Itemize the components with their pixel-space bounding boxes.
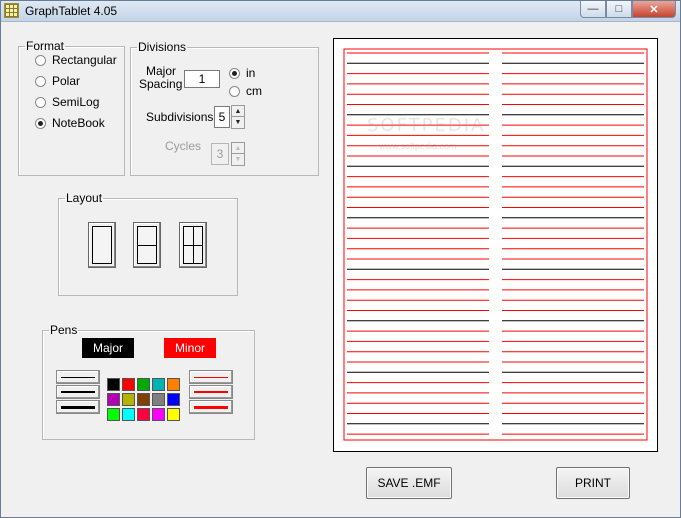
major-line-medium-button[interactable]: [56, 385, 100, 399]
minimize-button[interactable]: —: [580, 1, 606, 18]
format-semilog-radio[interactable]: SemiLog: [35, 95, 99, 109]
maximize-button[interactable]: □: [606, 1, 632, 18]
layout-single-button[interactable]: [88, 222, 116, 268]
color-swatch[interactable]: [107, 378, 120, 391]
layout-horizontal-split-button[interactable]: [133, 222, 161, 268]
save-emf-button[interactable]: SAVE .EMF: [366, 467, 452, 499]
color-swatch[interactable]: [107, 408, 120, 421]
close-icon: ✕: [649, 3, 659, 16]
radio-circle: [35, 54, 46, 66]
unit-in-radio[interactable]: in: [229, 66, 255, 80]
medium-line-icon: [194, 391, 228, 393]
subdivisions-label: Subdivisions: [146, 110, 214, 124]
color-swatch[interactable]: [152, 378, 165, 391]
radio-circle: [35, 75, 46, 87]
thin-line-icon: [194, 377, 228, 378]
title-bar: GraphTablet 4.05 — □ ✕: [1, 1, 680, 22]
notebook-preview: [333, 38, 658, 452]
subdivisions-input[interactable]: 5: [214, 106, 230, 128]
format-legend: Format: [26, 39, 65, 53]
horizontal-split-icon: [137, 226, 157, 264]
pens-legend: Pens: [50, 323, 78, 337]
cycles-label: Cycles: [165, 139, 202, 153]
color-swatch[interactable]: [167, 393, 180, 406]
minor-line-thick-button[interactable]: [189, 400, 233, 414]
divisions-legend: Divisions: [138, 40, 187, 54]
single-page-icon: [92, 226, 112, 264]
subdivisions-spinner[interactable]: ▲ ▼: [231, 105, 245, 129]
maximize-icon: □: [615, 3, 623, 15]
minimize-icon: —: [587, 3, 599, 15]
thin-line-icon: [61, 377, 95, 378]
format-rectangular-radio[interactable]: Rectangular: [35, 53, 117, 67]
minor-line-thin-button[interactable]: [189, 370, 233, 384]
major-line-thin-button[interactable]: [56, 370, 100, 384]
format-notebook-radio[interactable]: NoteBook: [35, 116, 105, 130]
cycles-input: 3: [211, 143, 229, 165]
color-swatch[interactable]: [137, 393, 150, 406]
spin-up-icon: ▲: [232, 143, 244, 154]
radio-circle: [229, 85, 240, 97]
minor-line-medium-button[interactable]: [189, 385, 233, 399]
color-swatch[interactable]: [122, 408, 135, 421]
print-button[interactable]: PRINT: [556, 467, 630, 499]
unit-cm-radio[interactable]: cm: [229, 84, 262, 98]
radio-circle-checked: [35, 117, 46, 129]
radio-circle-checked: [229, 67, 240, 79]
thick-line-icon: [61, 406, 95, 409]
minor-pen-label[interactable]: Minor: [164, 338, 216, 358]
window-title: GraphTablet 4.05: [25, 4, 118, 18]
major-pen-label[interactable]: Major: [82, 338, 134, 358]
medium-line-icon: [61, 391, 95, 393]
major-spacing-label-line1: Major: [146, 64, 177, 78]
spin-down-icon: ▼: [234, 156, 242, 163]
quad-split-icon: [183, 226, 203, 264]
layout-quad-split-button[interactable]: [179, 222, 207, 268]
color-swatch[interactable]: [152, 408, 165, 421]
watermark-text: SOFTPEDIA: [367, 115, 486, 136]
major-line-thick-button[interactable]: [56, 400, 100, 414]
color-swatch[interactable]: [107, 393, 120, 406]
color-swatch[interactable]: [137, 408, 150, 421]
cycles-spinner: ▲ ▼: [231, 142, 245, 166]
layout-legend: Layout: [66, 191, 103, 205]
color-swatch[interactable]: [122, 378, 135, 391]
spin-up-icon[interactable]: ▲: [232, 106, 244, 117]
format-polar-radio[interactable]: Polar: [35, 74, 80, 88]
radio-circle: [35, 96, 46, 108]
preview-frame: [343, 48, 648, 441]
thick-line-icon: [194, 406, 228, 409]
close-button[interactable]: ✕: [632, 1, 676, 18]
major-spacing-input[interactable]: 1: [184, 70, 220, 88]
color-swatch[interactable]: [167, 378, 180, 391]
color-swatch[interactable]: [137, 378, 150, 391]
graph-paper-icon: [4, 3, 19, 18]
watermark-subtext: www.softpedia.com: [379, 141, 457, 151]
notebook-preview-graphic: [343, 48, 648, 441]
color-swatch[interactable]: [167, 408, 180, 421]
window-controls: — □ ✕: [580, 1, 676, 19]
color-swatch[interactable]: [152, 393, 165, 406]
app-window: GraphTablet 4.05 — □ ✕ Format Rectangula…: [0, 0, 681, 518]
spin-down-icon[interactable]: ▼: [232, 117, 244, 128]
color-swatch[interactable]: [122, 393, 135, 406]
major-spacing-label-line2: Spacing: [139, 77, 183, 91]
